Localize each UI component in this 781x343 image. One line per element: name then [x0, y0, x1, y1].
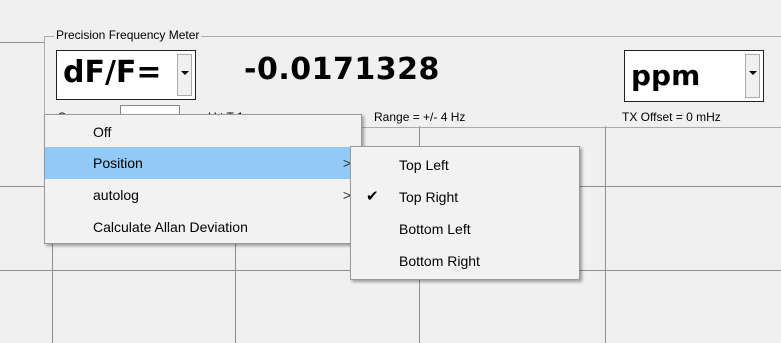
menu-item-allan-deviation[interactable]: Calculate Allan Deviation — [45, 211, 361, 243]
menu-item-off[interactable]: Off — [45, 117, 361, 147]
grid-line — [605, 126, 606, 343]
menu-item-label: autolog — [93, 187, 139, 203]
submenu-item-label: Top Right — [399, 189, 459, 205]
unit-dropdown-button[interactable] — [745, 54, 760, 98]
chevron-down-icon — [181, 71, 189, 75]
menu-item-label: Calculate Allan Deviation — [93, 219, 248, 235]
menu-item-autolog[interactable]: autolog > — [45, 179, 361, 211]
checkmark-icon: ✔ — [366, 188, 379, 205]
menu-item-position[interactable]: Position > — [45, 147, 361, 179]
tx-offset-label: TX Offset = 0 mHz — [622, 110, 721, 124]
submenu-item-bottom-left[interactable]: Bottom Left — [351, 213, 579, 245]
grid-line — [0, 42, 44, 43]
submenu-item-top-left[interactable]: Top Left — [351, 149, 579, 181]
unit-select-value: ppm — [631, 59, 701, 92]
unit-select[interactable]: ppm — [624, 50, 764, 102]
position-submenu: Top Left ✔ Top Right Bottom Left Bottom … — [350, 146, 580, 280]
menu-item-label: Off — [93, 124, 112, 140]
range-label: Range = +/- 4 Hz — [374, 110, 466, 124]
submenu-item-bottom-right[interactable]: Bottom Right — [351, 245, 579, 277]
menu-item-label: Position — [93, 155, 143, 171]
chevron-down-icon — [749, 71, 757, 75]
mode-dropdown-button[interactable] — [177, 54, 192, 96]
frequency-reading: -0.0171328 — [244, 52, 440, 87]
mode-select[interactable]: dF/F= — [56, 50, 196, 100]
submenu-item-top-right[interactable]: ✔ Top Right — [351, 181, 579, 213]
submenu-item-label: Top Left — [399, 157, 449, 173]
context-menu: Off Position > autolog > Calculate Allan… — [44, 114, 362, 244]
submenu-item-label: Bottom Right — [399, 253, 480, 269]
group-title: Precision Frequency Meter — [54, 28, 202, 42]
mode-select-value: dF/F= — [63, 55, 162, 90]
submenu-item-label: Bottom Left — [399, 221, 471, 237]
